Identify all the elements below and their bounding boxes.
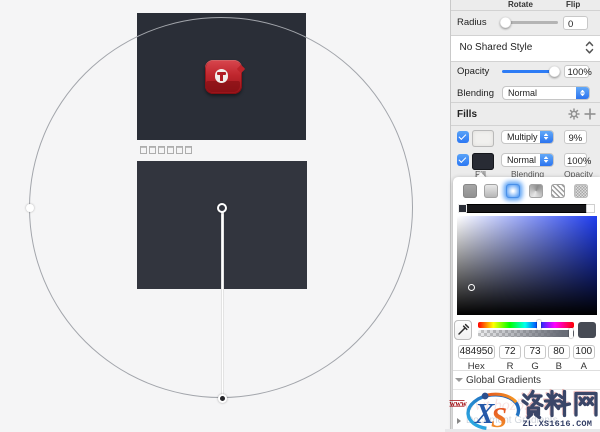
- svg-text:S: S: [491, 402, 507, 432]
- svg-text:ZL.XS1616.COM: ZL.XS1616.COM: [523, 419, 593, 429]
